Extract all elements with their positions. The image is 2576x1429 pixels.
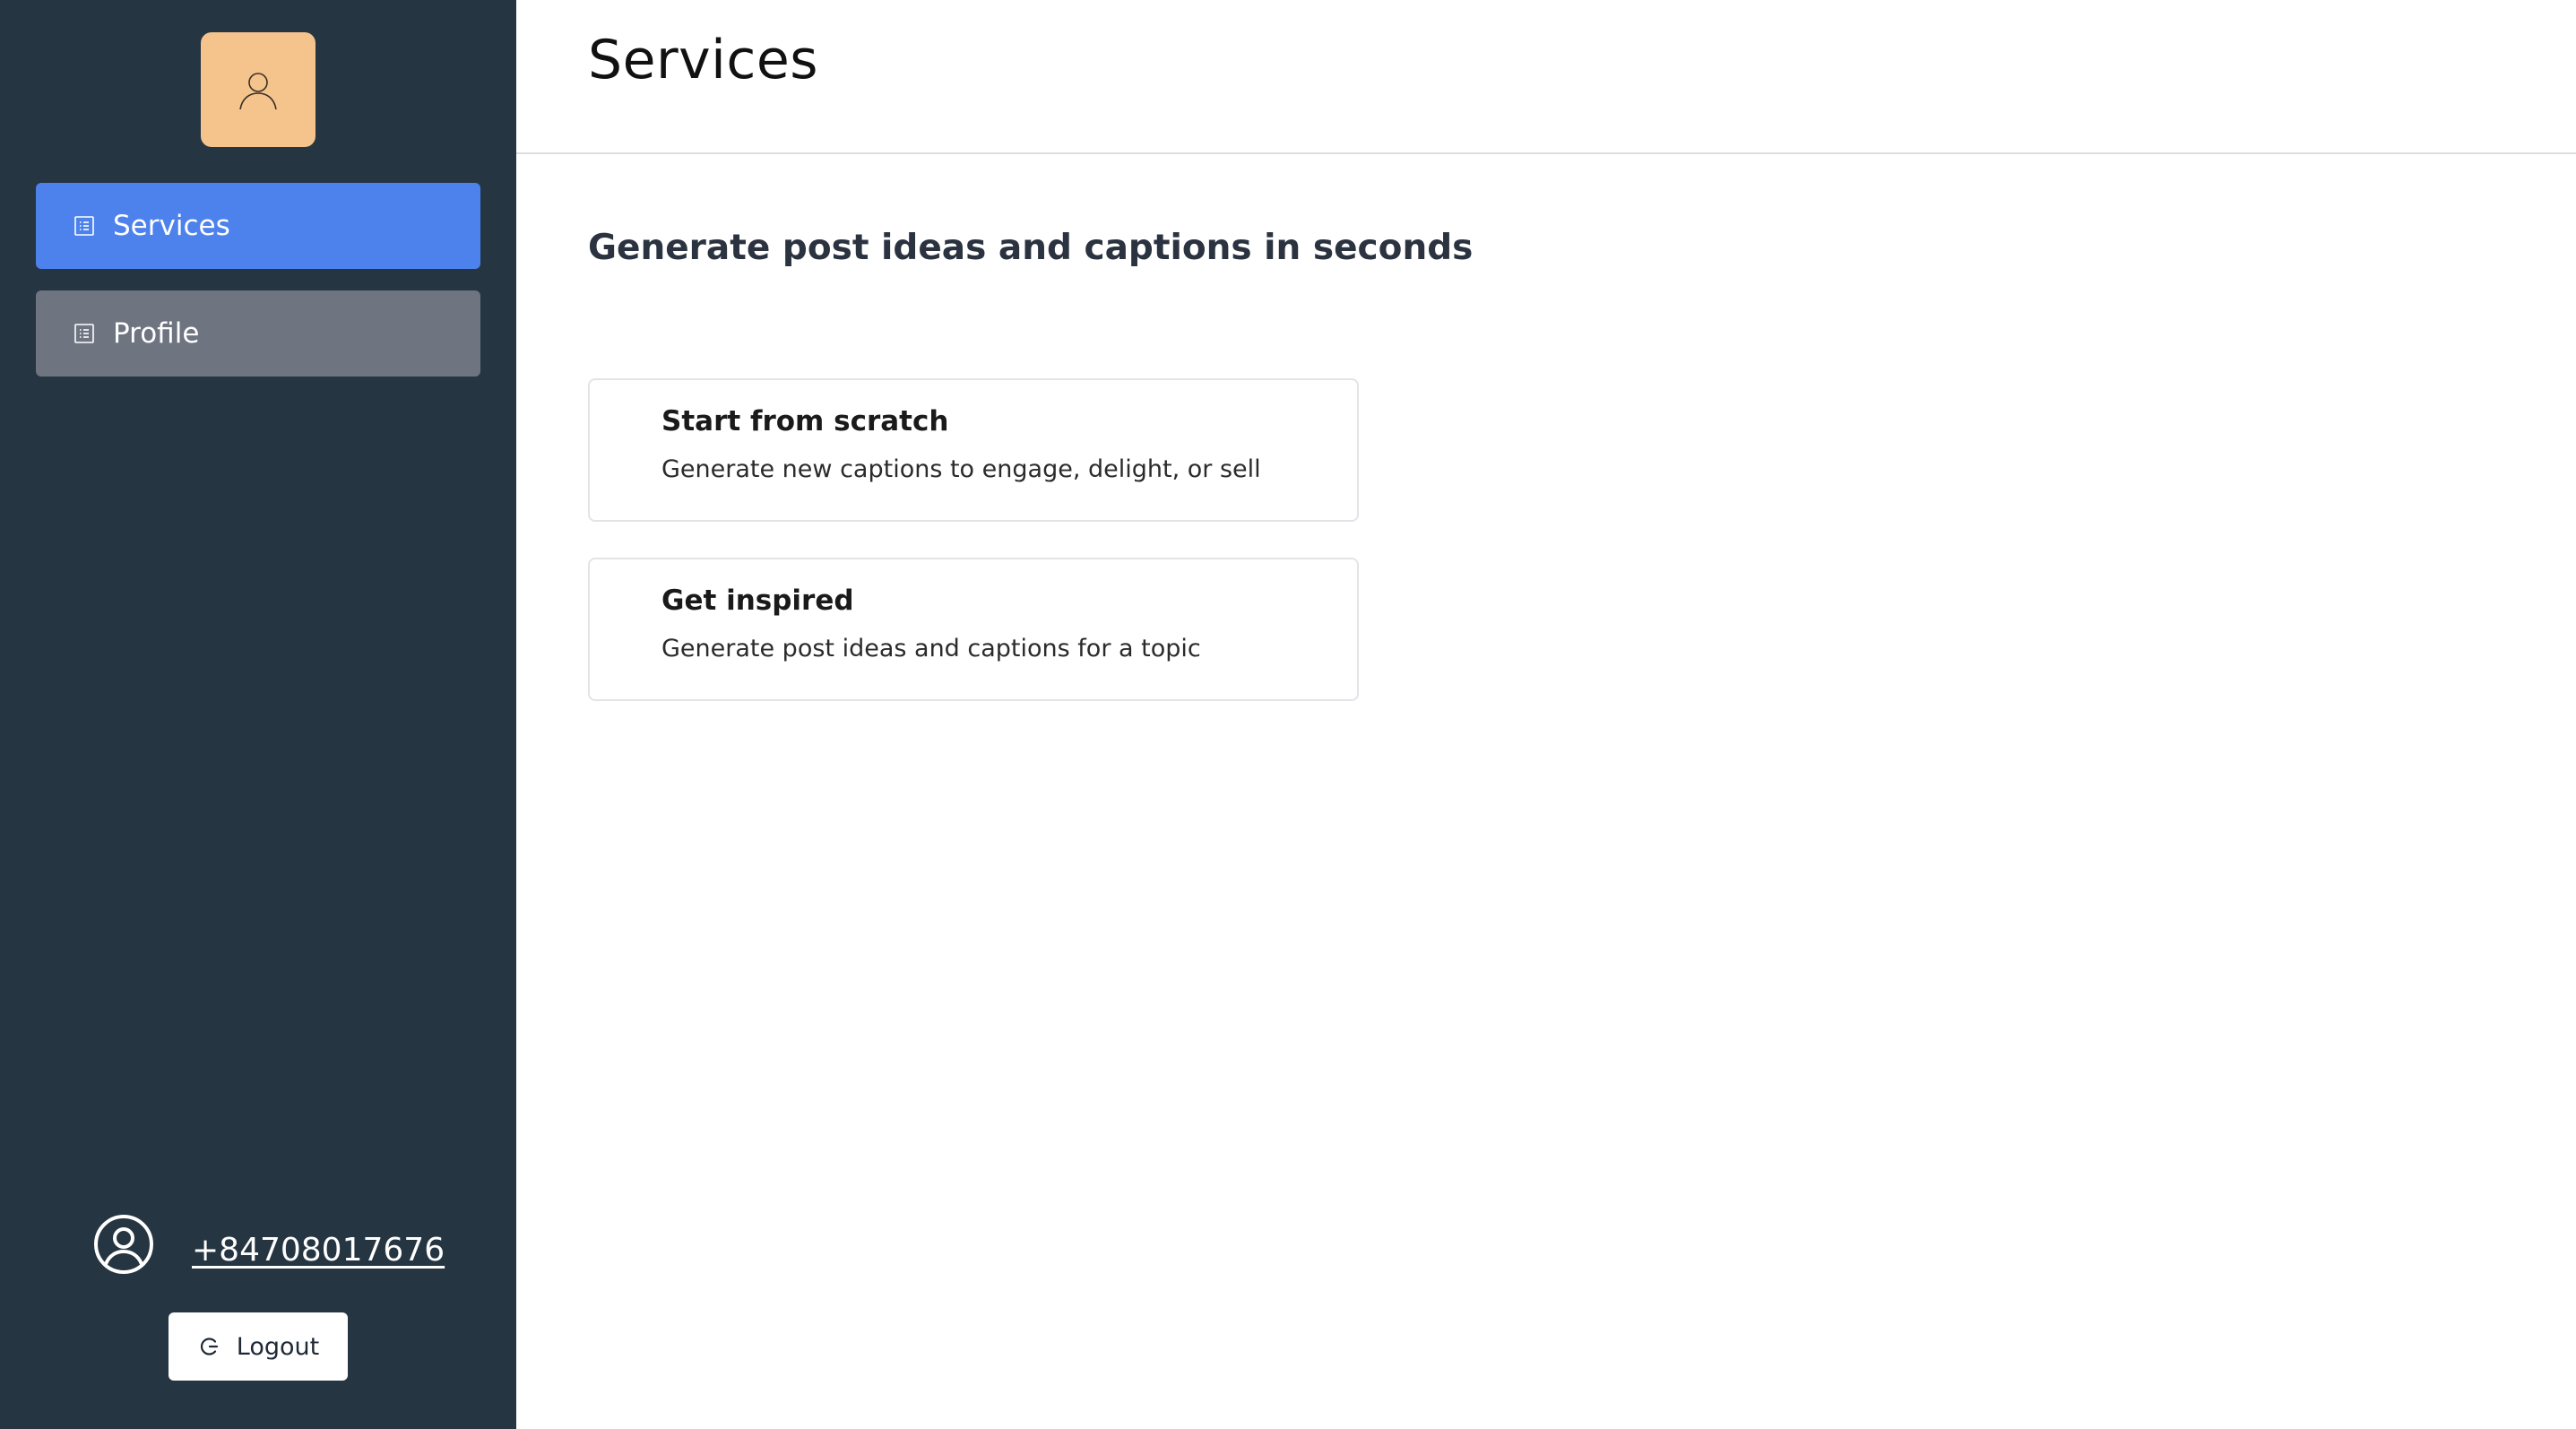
- avatar[interactable]: [201, 32, 316, 147]
- list-icon: [73, 323, 95, 344]
- card-title: Start from scratch: [661, 405, 949, 437]
- logout-label: Logout: [236, 1332, 320, 1361]
- card-title: Get inspired: [661, 585, 854, 617]
- section-subtitle: Generate post ideas and captions in seco…: [588, 228, 1474, 268]
- logout-button[interactable]: Logout: [169, 1312, 348, 1381]
- sidebar: Services Profile +84708017676 Logout: [0, 0, 516, 1429]
- app: Services Profile +84708017676 Logout Ser…: [0, 0, 2576, 1429]
- sidebar-item-label: Profile: [113, 317, 200, 350]
- list-icon: [73, 215, 95, 237]
- logout-icon: [197, 1334, 222, 1359]
- sidebar-item-label: Services: [113, 210, 230, 242]
- main-content: Services Generate post ideas and caption…: [516, 0, 2576, 1429]
- card-description: Generate new captions to engage, delight…: [661, 455, 1261, 483]
- page-title: Services: [588, 29, 819, 91]
- page-header: Services: [516, 0, 2576, 154]
- service-card-start-from-scratch[interactable]: Start from scratch Generate new captions…: [588, 378, 1359, 522]
- user-icon: [239, 73, 277, 110]
- user-circle-icon: [94, 1215, 153, 1274]
- sidebar-item-profile[interactable]: Profile: [36, 290, 480, 377]
- sidebar-item-services[interactable]: Services: [36, 183, 480, 269]
- card-description: Generate post ideas and captions for a t…: [661, 635, 1201, 663]
- user-info: +84708017676: [93, 1214, 445, 1275]
- user-phone-link[interactable]: +84708017676: [192, 1232, 445, 1269]
- service-card-get-inspired[interactable]: Get inspired Generate post ideas and cap…: [588, 558, 1359, 701]
